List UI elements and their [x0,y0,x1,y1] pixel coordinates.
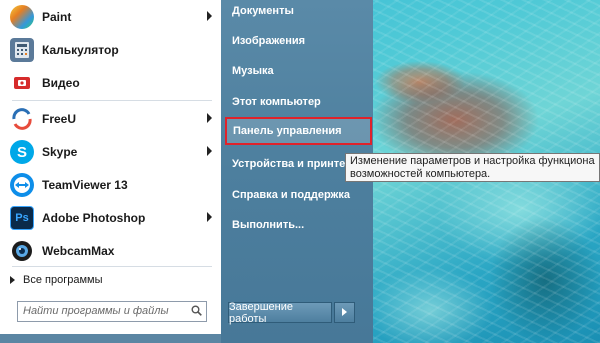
place-label: Справка и поддержка [232,189,350,201]
search-icon [191,305,202,316]
place-label: Документы [232,5,294,17]
program-calculator[interactable]: Калькулятор [6,35,214,65]
search-input[interactable]: Найти программы и файлы [17,301,207,322]
submenu-arrow-icon[interactable] [207,212,212,222]
program-label: Paint [42,10,72,24]
program-label: Видео [42,76,80,90]
place-label: Панель управления [233,125,342,137]
skype-icon: S [10,140,34,164]
program-label: FreeU [42,112,77,126]
program-label: Skype [42,145,78,159]
place-pictures[interactable]: Изображения [226,30,368,52]
program-teamviewer[interactable]: TeamViewer 13 [6,170,214,200]
program-skype[interactable]: S Skype [6,137,214,167]
tooltip: Изменение параметров и настройка функцио… [345,153,600,182]
divider [12,266,212,267]
photoshop-icon: Ps [10,206,34,230]
all-programs-label: Все программы [23,274,103,286]
teamviewer-icon [10,173,34,197]
submenu-arrow-icon[interactable] [207,113,212,123]
arrow-right-icon [342,308,347,316]
search-placeholder: Найти программы и файлы [23,305,169,317]
submenu-arrow-icon[interactable] [207,11,212,21]
place-run[interactable]: Выполнить... [226,214,368,236]
program-webcammax[interactable]: WebcamMax [6,236,214,266]
program-label: WebcamMax [42,244,115,258]
program-video[interactable]: Видео [6,68,214,98]
place-this-computer[interactable]: Этот компьютер [226,91,368,113]
place-control-panel[interactable]: Панель управления [225,117,372,145]
place-music[interactable]: Музыка [226,60,368,82]
tooltip-line: возможностей компьютера. [350,168,491,180]
all-programs-button[interactable]: Все программы [10,271,102,289]
submenu-arrow-icon[interactable] [207,146,212,156]
program-paint[interactable]: Paint [6,2,214,32]
menu-bottom-edge [0,334,221,343]
freeu-icon [10,107,34,131]
place-label: Устройства и принтеры [232,158,362,170]
shutdown-button[interactable]: Завершение работы [228,300,332,325]
place-label: Выполнить... [232,219,305,231]
program-freeu[interactable]: FreeU [6,104,214,134]
place-label: Этот компьютер [232,96,321,108]
place-documents[interactable]: Документы [226,0,368,22]
shutdown-options-button[interactable] [334,302,355,323]
program-label: TeamViewer 13 [42,178,128,192]
divider [12,100,212,101]
program-label: Adobe Photoshop [42,211,146,225]
shutdown-label: Завершение работы [229,300,293,325]
start-menu: Paint Калькулятор Видео FreeU S Skype Te… [0,0,373,343]
place-help-support[interactable]: Справка и поддержка [226,184,368,206]
tooltip-line: Изменение параметров и настройка функцио… [350,155,595,167]
place-label: Изображения [232,35,306,47]
program-label: Калькулятор [42,43,119,57]
paint-icon [10,5,34,29]
video-icon [10,71,34,95]
program-photoshop[interactable]: Ps Adobe Photoshop [6,203,214,233]
arrow-right-icon [10,276,15,284]
webcammax-icon [10,239,34,263]
calculator-icon [10,38,34,62]
programs-pane: Paint Калькулятор Видео FreeU S Skype Te… [0,0,222,334]
place-label: Музыка [232,65,274,77]
